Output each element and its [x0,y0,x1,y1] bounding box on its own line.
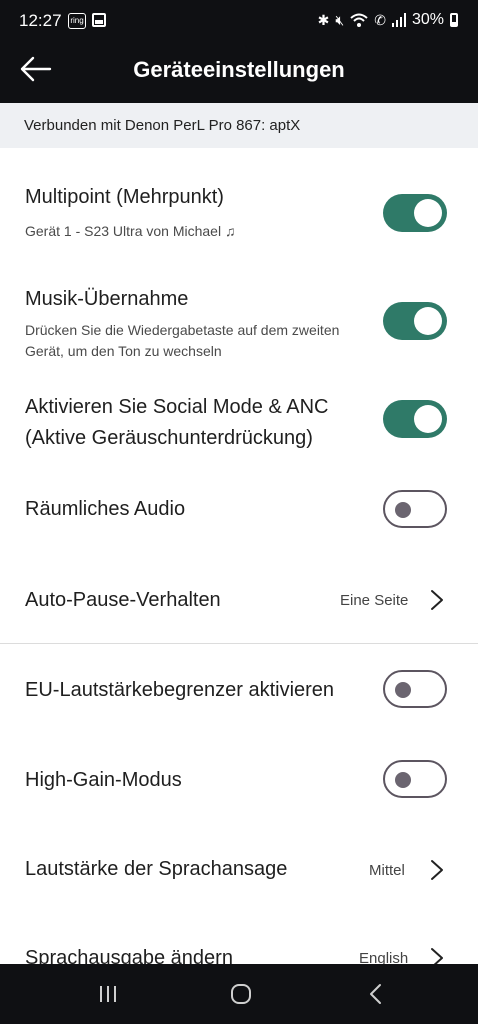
toggle-knob [395,772,411,788]
status-time: 12:27 [19,11,62,30]
notification-icons: ring [68,13,106,29]
setting-eu-limiter: EU-Lautstärkebegrenzer aktivieren [0,644,478,735]
setting-high-gain: High-Gain-Modus [0,735,478,825]
social-mode-label: Aktivieren Sie Social Mode & ANC (Aktive… [25,396,329,449]
back-nav-icon[interactable] [368,983,382,1005]
wifi-icon [350,13,368,27]
music-takeover-label: Musik-Übernahme [25,288,189,310]
ring-app-icon: ring [68,13,86,29]
setting-voice-language[interactable]: Sprachausgabe ändern English [0,915,478,964]
setting-spatial-audio: Räumliches Audio [0,463,478,555]
connection-status-text: Verbunden mit Denon PerL Pro 867: aptX [24,117,301,134]
toggle-knob [414,405,442,433]
system-nav-bar [0,964,478,1024]
spatial-audio-label: Räumliches Audio [25,498,186,520]
battery-percent: 30% [411,11,444,28]
app-bar: Geräteeinstellungen [0,40,478,103]
multipoint-label: Multipoint (Mehrpunkt) [25,186,224,208]
connection-banner: Verbunden mit Denon PerL Pro 867: aptX [0,103,478,148]
status-bar: 12:27 ring ✱ 🔇︎ ✆ 30% [0,0,478,40]
spatial-audio-toggle[interactable] [383,490,447,528]
chevron-right-icon [431,860,443,880]
toggle-knob [414,199,442,227]
multipoint-device: Gerät 1 - S23 Ultra von Michael ♫ [25,223,236,239]
auto-pause-label: Auto-Pause-Verhalten [25,589,221,611]
multipoint-toggle[interactable] [383,194,447,232]
prompt-volume-label: Lautstärke der Sprachansage [25,858,288,880]
high-gain-label: High-Gain-Modus [25,769,182,791]
toggle-knob [395,502,411,518]
system-icons: ✱ 🔇︎ ✆ 30% [318,11,458,29]
social-mode-toggle[interactable] [383,400,447,438]
page-title: Geräteeinstellungen [133,57,345,82]
high-gain-toggle[interactable] [383,760,447,798]
eu-limiter-toggle[interactable] [383,670,447,708]
bluetooth-icon: ✱ [317,11,330,28]
recent-apps-icon[interactable] [98,984,118,1004]
mute-icon: 🔇︎ [335,11,345,28]
toggle-knob [414,307,442,335]
gallery-icon [92,13,106,27]
chevron-right-icon [431,590,443,610]
voice-language-value: English [359,950,409,964]
setting-music-takeover: Musik-Übernahme Drücken Sie die Wiederga… [0,253,478,363]
music-takeover-description: Drücken Sie die Wiedergabetaste auf dem … [25,322,340,359]
call-icon: ✆ [374,11,386,28]
signal-icon [391,13,406,27]
setting-prompt-volume[interactable]: Lautstärke der Sprachansage Mittel [0,825,478,915]
music-takeover-toggle[interactable] [383,302,447,340]
setting-multipoint: Multipoint (Mehrpunkt) Gerät 1 - S23 Ult… [0,148,478,253]
voice-language-label: Sprachausgabe ändern [25,947,233,964]
prompt-volume-value: Mittel [369,862,405,879]
home-icon[interactable] [229,982,253,1006]
auto-pause-value: Eine Seite [340,592,409,609]
chevron-right-icon [431,948,443,964]
eu-limiter-label: EU-Lautstärkebegrenzer aktivieren [25,679,335,701]
setting-social-mode: Aktivieren Sie Social Mode & ANC (Aktive… [0,363,478,463]
toggle-knob [395,682,411,698]
setting-auto-pause[interactable]: Auto-Pause-Verhalten Eine Seite [0,555,478,643]
battery-icon [450,13,458,27]
